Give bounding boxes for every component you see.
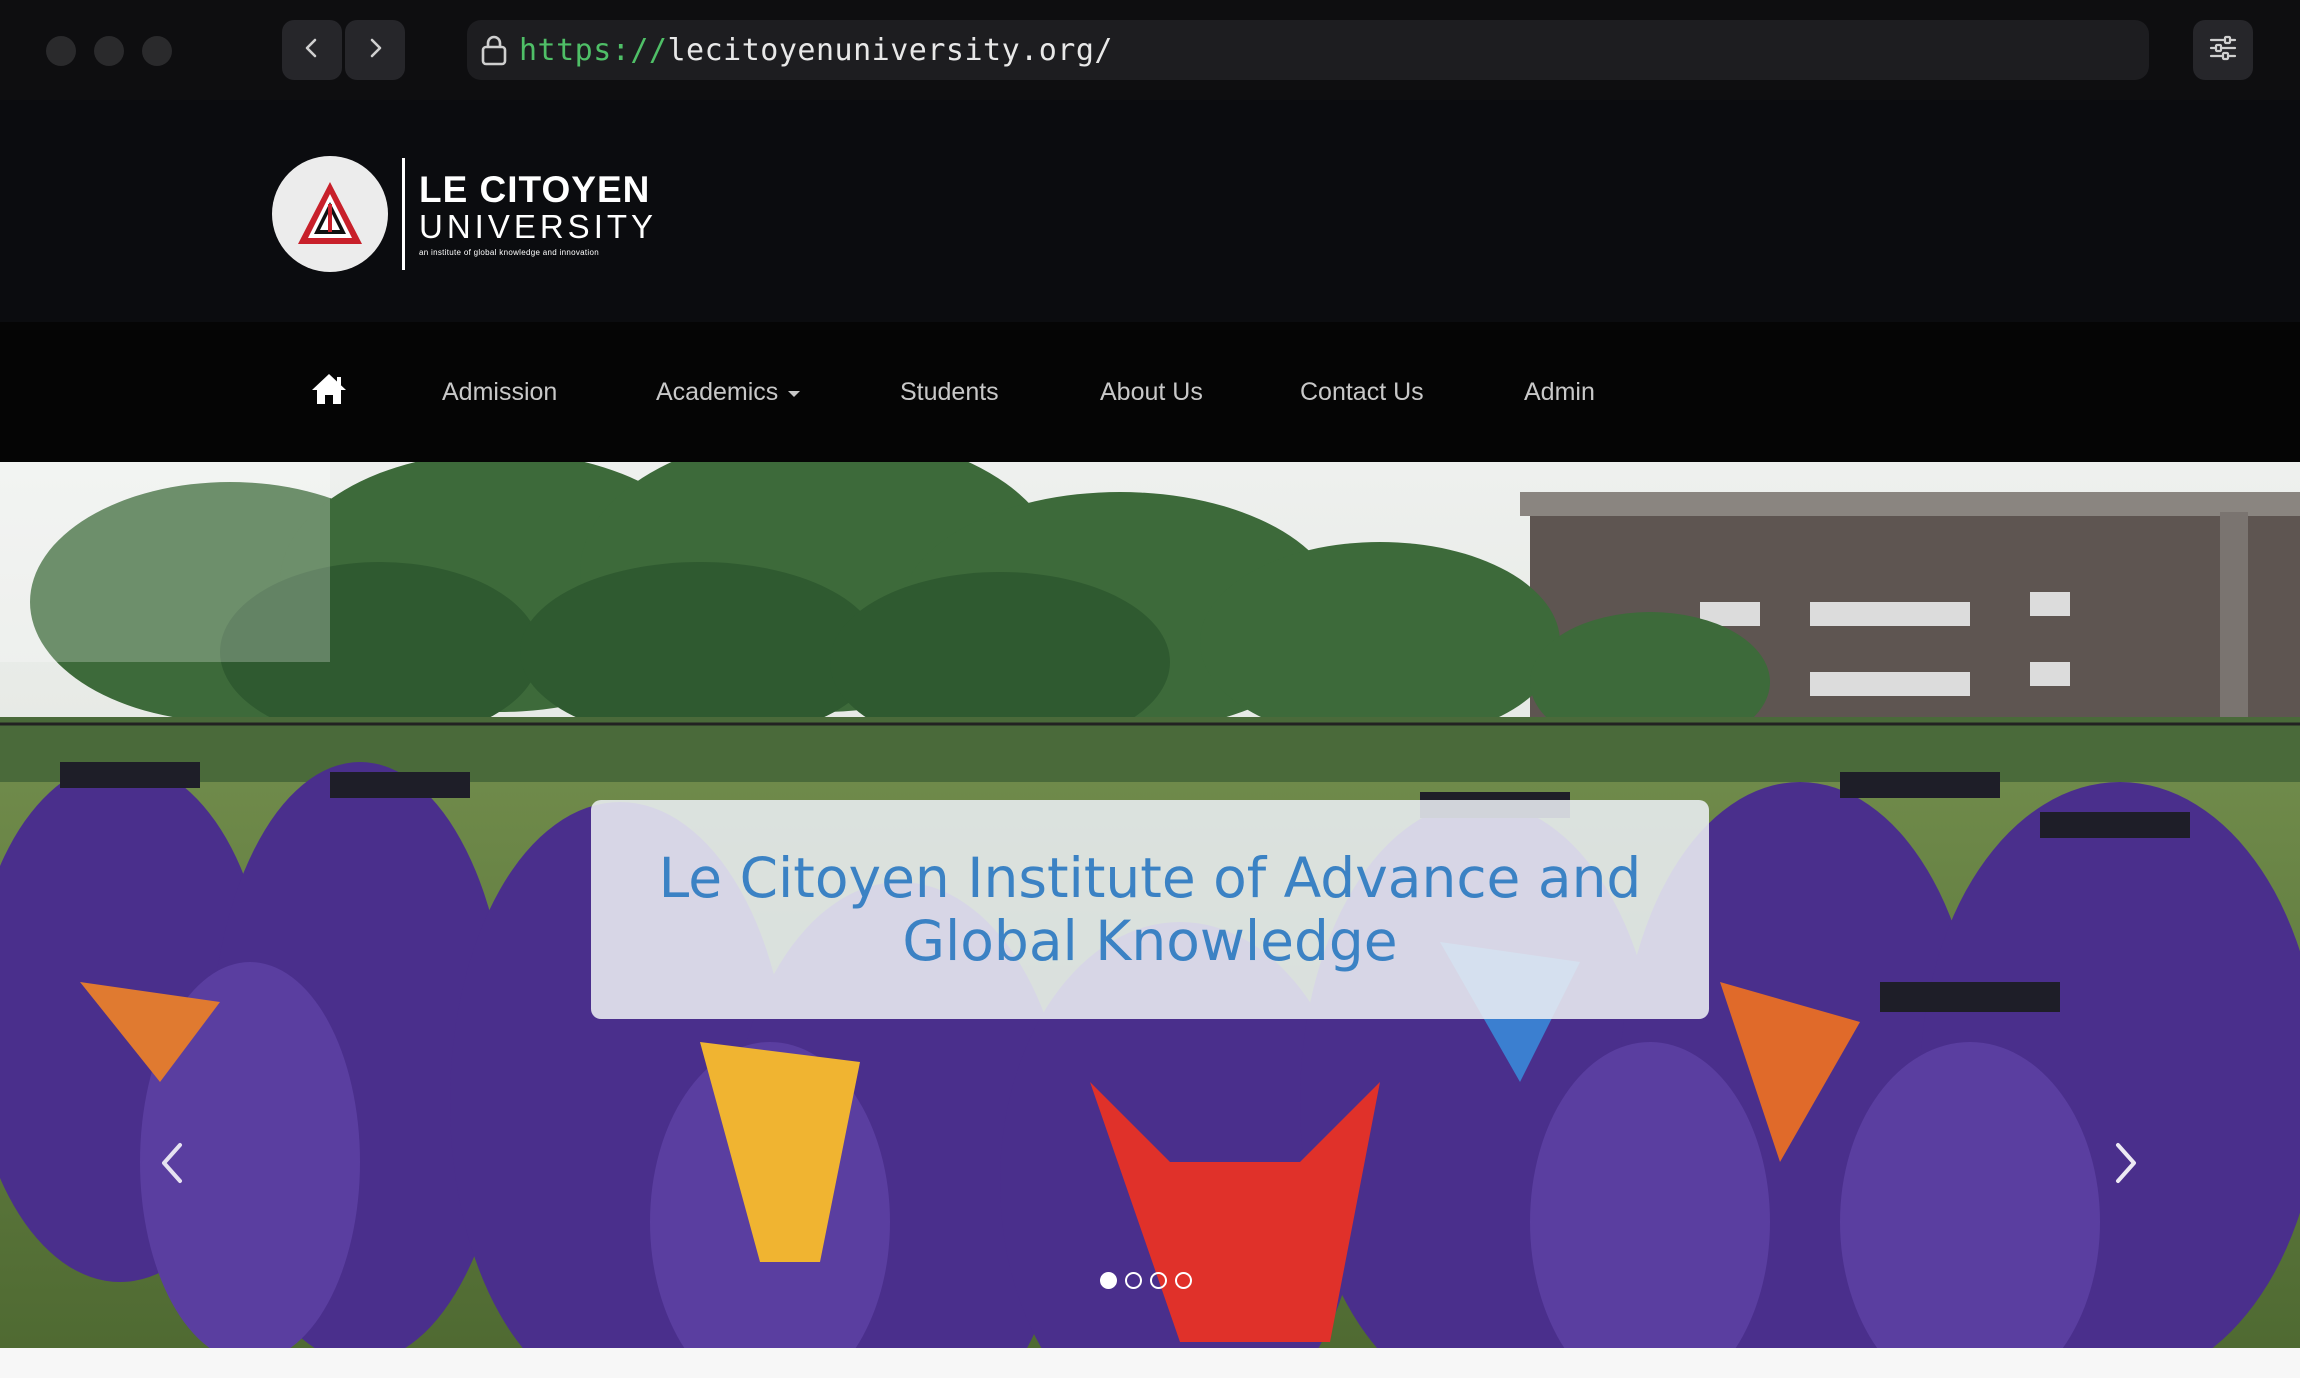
address-bar[interactable]: https://lecitoyenuniversity.org/ xyxy=(467,20,2149,80)
nav-about-us[interactable]: About Us xyxy=(1100,322,1203,462)
logo-divider xyxy=(402,158,405,270)
forward-button[interactable] xyxy=(345,20,405,80)
dropdown-caret-icon xyxy=(788,390,801,397)
home-icon xyxy=(310,372,348,413)
settings-button[interactable] xyxy=(2193,20,2253,80)
nav-students[interactable]: Students xyxy=(900,322,999,462)
carousel-indicator-4[interactable] xyxy=(1175,1272,1192,1289)
nav-students-label: Students xyxy=(900,377,999,406)
nav-admission[interactable]: Admission xyxy=(442,322,557,462)
logo-line1: LE CITOYEN xyxy=(419,169,651,210)
url-scheme: https:// xyxy=(519,32,668,68)
carousel-indicator-1[interactable] xyxy=(1100,1272,1117,1289)
carousel-indicator-3[interactable] xyxy=(1150,1272,1167,1289)
settings-sliders-icon xyxy=(2208,35,2238,65)
nav-admin[interactable]: Admin xyxy=(1524,322,1595,462)
carousel-indicators xyxy=(1100,1272,1192,1289)
browser-chrome: https://lecitoyenuniversity.org/ xyxy=(0,0,2300,100)
carousel-next-button[interactable] xyxy=(2106,1138,2146,1192)
site-header: LE CITOYEN UNIVERSITY an institute of gl… xyxy=(0,100,2300,322)
hero-caption-box: Le Citoyen Institute of Advance and Glob… xyxy=(591,800,1709,1019)
carousel-prev-button[interactable] xyxy=(152,1138,192,1192)
carousel-indicator-2[interactable] xyxy=(1125,1272,1142,1289)
nav-about-label: About Us xyxy=(1100,377,1203,406)
logo-tagline: an institute of global knowledge and inn… xyxy=(419,248,599,257)
chevron-right-icon xyxy=(2112,1141,2140,1189)
nav-contact-label: Contact Us xyxy=(1300,377,1424,406)
nav-home[interactable] xyxy=(310,322,348,462)
nav-admission-label: Admission xyxy=(442,377,558,406)
back-button[interactable] xyxy=(282,20,342,80)
window-maximize-dot[interactable] xyxy=(142,36,172,66)
logo-line2: UNIVERSITY xyxy=(419,208,658,245)
hero-caption: Le Citoyen Institute of Advance and Glob… xyxy=(658,845,1642,973)
nav-contact-us[interactable]: Contact Us xyxy=(1300,322,1424,462)
url-domain: lecitoyenuniversity.org/ xyxy=(667,32,1113,68)
university-logo[interactable]: LE CITOYEN UNIVERSITY an institute of gl… xyxy=(272,156,657,272)
nav-academics-label: Academics xyxy=(656,377,779,406)
page-below-fold xyxy=(0,1348,2300,1378)
url-text: https://lecitoyenuniversity.org/ xyxy=(519,33,1113,68)
chevron-left-icon xyxy=(158,1141,186,1189)
nav-admin-label: Admin xyxy=(1524,377,1595,406)
main-nav: Admission Academics Students About Us Co… xyxy=(0,322,2300,462)
forward-arrow-icon xyxy=(364,37,386,63)
logo-wordmark: LE CITOYEN UNIVERSITY an institute of gl… xyxy=(419,171,657,257)
window-minimize-dot[interactable] xyxy=(94,36,124,66)
logo-emblem xyxy=(272,156,388,272)
nav-academics[interactable]: Academics xyxy=(656,322,801,462)
back-arrow-icon xyxy=(301,37,323,63)
window-close-dot[interactable] xyxy=(46,36,76,66)
lock-icon xyxy=(477,30,511,70)
